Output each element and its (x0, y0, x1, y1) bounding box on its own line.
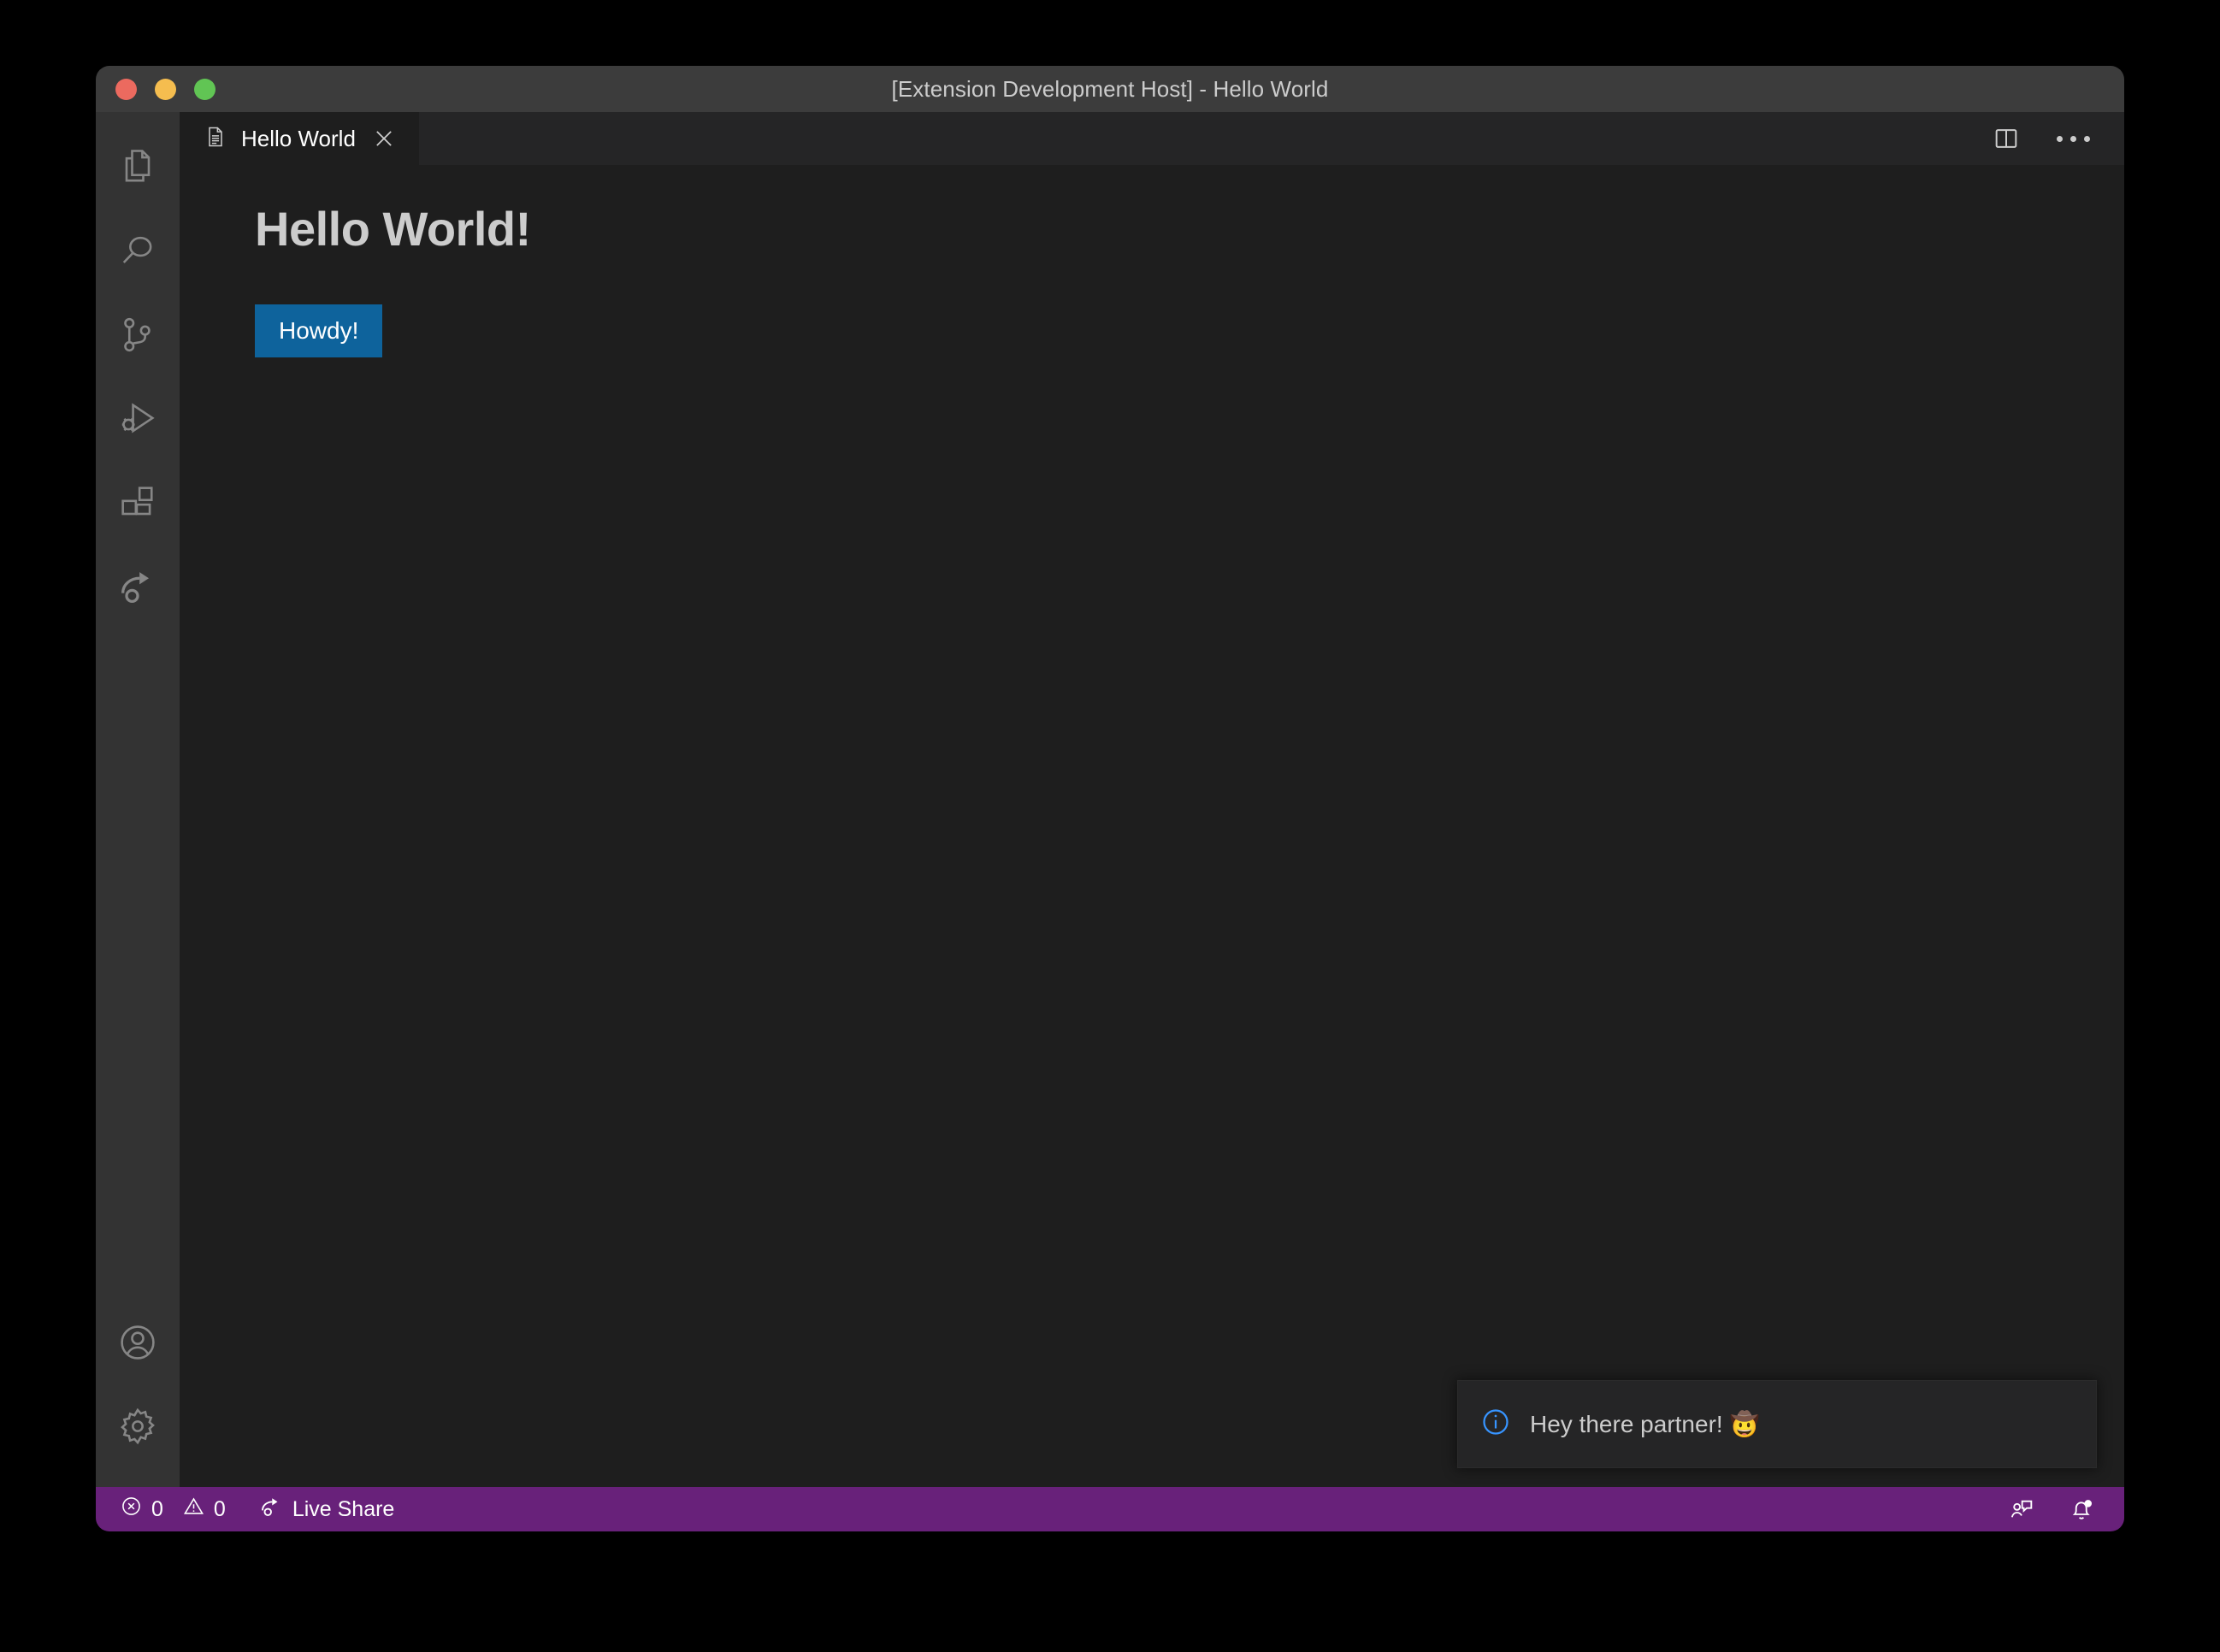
status-live-share[interactable]: Live Share (253, 1487, 400, 1531)
source-control-branch-icon (115, 313, 160, 357)
file-document-icon (204, 125, 227, 153)
live-share-icon (258, 1494, 284, 1525)
activity-item-search[interactable] (96, 209, 180, 293)
webview-content: Hello World! Howdy! Hey there partner! 🤠 (180, 165, 2124, 1487)
status-problems[interactable]: 0 0 (115, 1487, 231, 1531)
howdy-button[interactable]: Howdy! (255, 304, 382, 357)
activity-bar (96, 112, 180, 1487)
minimize-window-button[interactable] (155, 79, 176, 100)
window-body: Hello World (96, 112, 2124, 1487)
notification-message: Hey there partner! 🤠 (1530, 1410, 1759, 1438)
extensions-icon (115, 481, 160, 525)
explorer-files-icon (115, 145, 160, 190)
settings-gear-icon (115, 1404, 160, 1448)
account-icon (115, 1320, 160, 1365)
error-count: 0 (151, 1497, 163, 1522)
maximize-window-button[interactable] (194, 79, 216, 100)
tab-label: Hello World (241, 126, 356, 152)
live-share-icon (115, 564, 160, 609)
status-bar: 0 0 Live Sh (96, 1487, 2124, 1531)
title-bar: [Extension Development Host] - Hello Wor… (96, 66, 2124, 112)
activity-item-explorer[interactable] (96, 126, 180, 209)
tab-hello-world[interactable]: Hello World (180, 112, 419, 165)
live-share-label: Live Share (292, 1497, 395, 1522)
feedback-person-icon[interactable] (2001, 1487, 2042, 1531)
ellipsis-glyph (2057, 136, 2090, 142)
activity-item-run-and-debug[interactable] (96, 377, 180, 461)
notification-toast[interactable]: Hey there partner! 🤠 (1457, 1380, 2097, 1468)
warning-count: 0 (214, 1497, 226, 1522)
more-actions-icon[interactable] (2052, 118, 2093, 159)
activity-item-account[interactable] (96, 1301, 180, 1384)
close-window-button[interactable] (115, 79, 137, 100)
status-bar-left: 0 0 Live Sh (96, 1487, 399, 1531)
tab-bar-filler (419, 112, 1986, 165)
error-circle-icon (120, 1495, 143, 1524)
search-icon (115, 229, 160, 274)
page-title: Hello World! (255, 201, 2124, 257)
info-icon (1480, 1407, 1511, 1442)
run-and-debug-icon (115, 397, 160, 441)
editor-actions (1986, 112, 2124, 165)
activity-item-source-control[interactable] (96, 293, 180, 377)
window-title: [Extension Development Host] - Hello Wor… (96, 76, 2124, 103)
status-bar-right (2001, 1487, 2124, 1531)
tab-bar: Hello World (180, 112, 2124, 165)
split-editor-icon[interactable] (1986, 118, 2027, 159)
close-icon[interactable] (369, 124, 399, 153)
activity-item-settings[interactable] (96, 1384, 180, 1468)
traffic-lights (115, 79, 216, 100)
editor-area: Hello World (180, 112, 2124, 1487)
bell-dot-icon[interactable] (2061, 1487, 2102, 1531)
activity-item-extensions[interactable] (96, 461, 180, 545)
vscode-window: [Extension Development Host] - Hello Wor… (96, 66, 2124, 1531)
warning-triangle-icon (182, 1495, 205, 1524)
activity-item-live-share[interactable] (96, 545, 180, 628)
